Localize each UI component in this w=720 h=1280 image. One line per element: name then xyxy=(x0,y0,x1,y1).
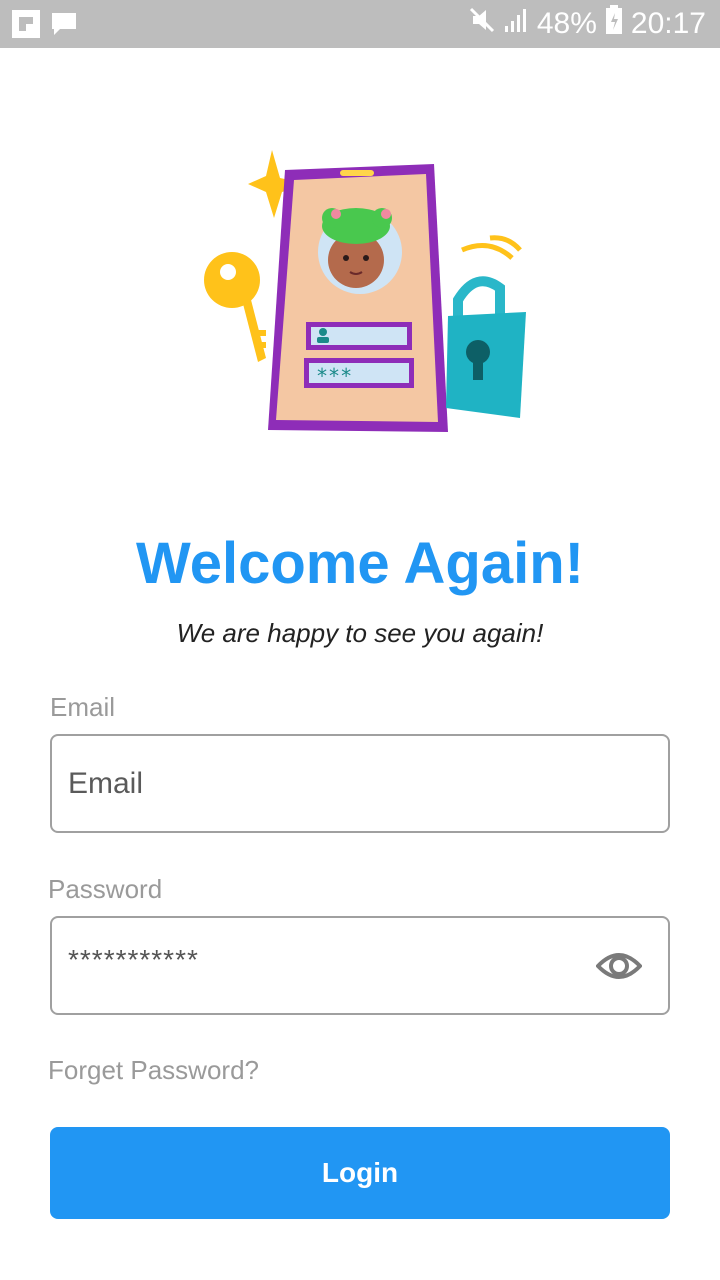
email-input[interactable] xyxy=(68,736,588,831)
phone-icon xyxy=(268,164,448,432)
login-button[interactable]: Login xyxy=(50,1127,670,1219)
message-icon xyxy=(50,10,78,43)
email-label: Email xyxy=(50,692,116,722)
page-subtitle: We are happy to see you again! xyxy=(176,618,544,648)
password-mask: *** xyxy=(316,364,352,388)
status-bar: 48% 20:17 xyxy=(0,0,720,48)
password-field[interactable] xyxy=(50,912,670,1015)
battery-percent: 48% xyxy=(536,7,597,40)
password-input[interactable] xyxy=(68,912,588,1007)
padlock-icon xyxy=(446,276,526,418)
mute-icon xyxy=(469,6,495,42)
flipboard-icon xyxy=(12,10,40,43)
email-field[interactable] xyxy=(50,734,670,833)
signal-icon xyxy=(503,6,529,42)
password-label: Password xyxy=(48,874,163,904)
key-icon xyxy=(204,252,266,362)
eye-icon[interactable] xyxy=(595,948,643,984)
status-right: 48% 20:17 xyxy=(469,5,706,43)
page-title: Welcome Again! xyxy=(136,531,584,596)
status-left xyxy=(12,10,78,43)
login-illustration: *** xyxy=(190,140,530,440)
forgot-password-link[interactable]: Forget Password? xyxy=(48,1055,259,1086)
battery-icon xyxy=(605,5,623,43)
avatar-icon xyxy=(318,208,402,294)
clock: 20:17 xyxy=(630,7,706,40)
